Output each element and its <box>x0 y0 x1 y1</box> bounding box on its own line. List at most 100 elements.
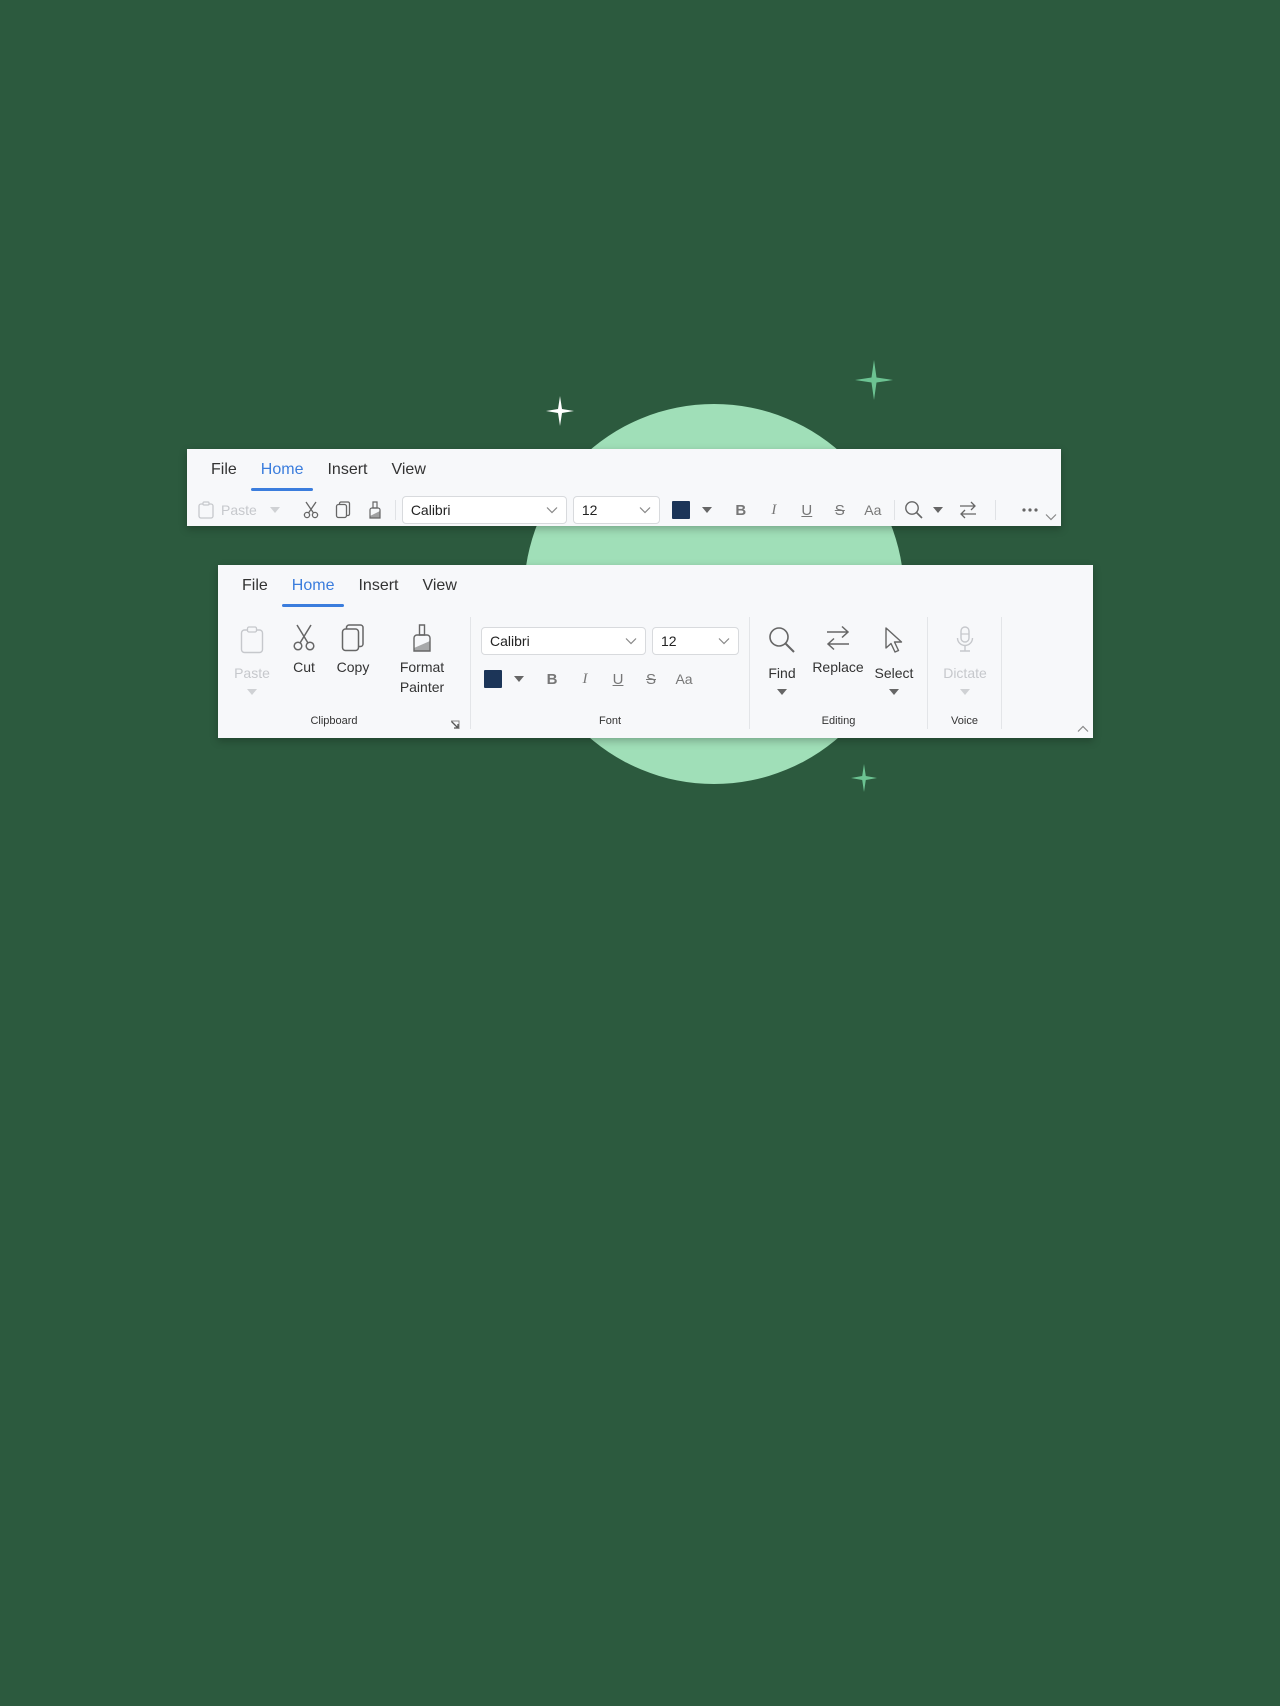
ellipsis-icon <box>1022 508 1038 512</box>
chevron-up-icon <box>1077 725 1089 732</box>
italic-button[interactable]: I <box>570 665 600 693</box>
clipboard-dialog-launcher[interactable] <box>450 717 460 729</box>
separator <box>394 500 396 520</box>
chevron-down-icon <box>639 507 651 514</box>
chevron-down-icon <box>625 638 637 645</box>
find-button[interactable] <box>901 496 927 524</box>
font-color-dropdown[interactable] <box>507 665 531 693</box>
replace-label: Replace <box>812 659 864 675</box>
sparkle-icon <box>851 764 877 792</box>
caret-down-icon <box>514 676 524 682</box>
strikethrough-button[interactable]: S <box>825 496 855 524</box>
underline-button[interactable]: U <box>792 496 822 524</box>
copy-label: Copy <box>336 659 370 675</box>
tab-insert[interactable]: Insert <box>346 565 410 607</box>
font-size-select[interactable]: 12 <box>572 496 660 524</box>
editing-group-label: Editing <box>821 715 856 727</box>
font-size-select[interactable]: 12 <box>652 627 739 655</box>
paintbrush-icon <box>412 621 432 655</box>
font-group: Calibri 12 B I U S Aa Font <box>471 615 749 733</box>
cursor-arrow-icon <box>883 623 905 657</box>
caret-down-icon <box>960 689 970 695</box>
select-label: Select <box>874 665 914 681</box>
copy-icon <box>335 501 350 519</box>
search-icon <box>904 501 923 519</box>
tab-file[interactable]: File <box>199 449 249 491</box>
font-color-swatch <box>671 501 690 519</box>
tab-file[interactable]: File <box>230 565 280 607</box>
voice-group: Dictate Voice <box>928 615 1001 733</box>
paste-button[interactable]: Paste <box>232 623 272 695</box>
underline-button[interactable]: U <box>603 665 633 693</box>
ribbon-tabs: File Home Insert View <box>218 565 469 607</box>
sparkle-icon <box>546 396 574 426</box>
cut-button[interactable] <box>297 496 325 524</box>
tab-view[interactable]: View <box>410 565 468 607</box>
sparkle-icon <box>855 360 893 400</box>
tab-home[interactable]: Home <box>280 565 347 607</box>
italic-button[interactable]: I <box>759 496 789 524</box>
format-painter-button[interactable]: Format Painter <box>392 621 452 697</box>
search-icon <box>768 623 796 657</box>
paste-label: Paste <box>234 665 270 681</box>
dialog-launcher-icon <box>451 720 460 729</box>
font-color-button[interactable] <box>481 665 505 693</box>
find-button[interactable]: Find <box>762 623 802 695</box>
caret-down-icon <box>247 689 257 695</box>
font-color-button[interactable] <box>668 496 694 524</box>
paste-label[interactable]: Paste <box>221 502 257 518</box>
caret-down-icon <box>269 507 280 513</box>
chevron-down-icon <box>546 507 558 514</box>
select-button[interactable]: Select <box>870 623 918 695</box>
paste-button[interactable] <box>197 496 215 524</box>
replace-button[interactable]: Replace <box>810 621 866 677</box>
find-dropdown[interactable] <box>927 496 949 524</box>
replace-button[interactable] <box>953 496 983 524</box>
change-case-button[interactable]: Aa <box>669 665 699 693</box>
font-size-value: 12 <box>581 502 598 518</box>
editing-group: Find Replace Select Editing <box>750 615 927 733</box>
font-color-dropdown[interactable] <box>696 496 718 524</box>
strikethrough-button[interactable]: S <box>636 665 666 693</box>
tab-home[interactable]: Home <box>249 449 316 491</box>
swap-arrows-icon <box>959 501 976 519</box>
caret-down-icon <box>701 507 712 513</box>
expand-ribbon-button[interactable] <box>1043 510 1059 524</box>
format-painter-label-line1: Format <box>399 659 445 675</box>
full-ribbon: File Home Insert View Paste Cut Copy For… <box>218 565 1093 738</box>
find-label: Find <box>768 665 796 681</box>
bold-button[interactable]: B <box>537 665 567 693</box>
font-name-select[interactable]: Calibri <box>481 627 646 655</box>
font-color-swatch <box>484 670 502 688</box>
dictate-button[interactable]: Dictate <box>936 623 994 695</box>
collapse-ribbon-button[interactable] <box>1075 722 1091 736</box>
clipboard-group: Paste Cut Copy Format Painter Clipboard <box>218 615 470 733</box>
font-group-label: Font <box>598 715 621 727</box>
tab-view[interactable]: View <box>379 449 437 491</box>
copy-button[interactable] <box>329 496 357 524</box>
dictate-label: Dictate <box>943 665 987 681</box>
caret-down-icon <box>932 507 943 513</box>
swap-arrows-icon <box>824 621 852 655</box>
compact-ribbon: File Home Insert View Paste Calibri 12 B… <box>187 449 1061 526</box>
scissors-icon <box>293 621 315 655</box>
paste-dropdown[interactable] <box>265 496 285 524</box>
voice-group-label: Voice <box>951 715 978 727</box>
change-case-button[interactable]: Aa <box>858 496 888 524</box>
cut-label: Cut <box>293 659 315 675</box>
font-name-select[interactable]: Calibri <box>401 496 567 524</box>
bold-button[interactable]: B <box>726 496 756 524</box>
clipboard-icon <box>240 623 264 657</box>
font-format-row: B I U S Aa <box>481 665 699 693</box>
chevron-down-icon <box>718 638 730 645</box>
caret-down-icon <box>777 689 787 695</box>
clipboard-group-label: Clipboard <box>310 715 358 727</box>
group-separator <box>1001 617 1002 729</box>
font-name-value: Calibri <box>410 502 451 518</box>
separator <box>994 500 996 520</box>
copy-button[interactable]: Copy <box>330 621 376 677</box>
paintbrush-icon <box>369 501 381 519</box>
tab-insert[interactable]: Insert <box>315 449 379 491</box>
cut-button[interactable]: Cut <box>286 621 322 677</box>
format-painter-button[interactable] <box>361 496 389 524</box>
